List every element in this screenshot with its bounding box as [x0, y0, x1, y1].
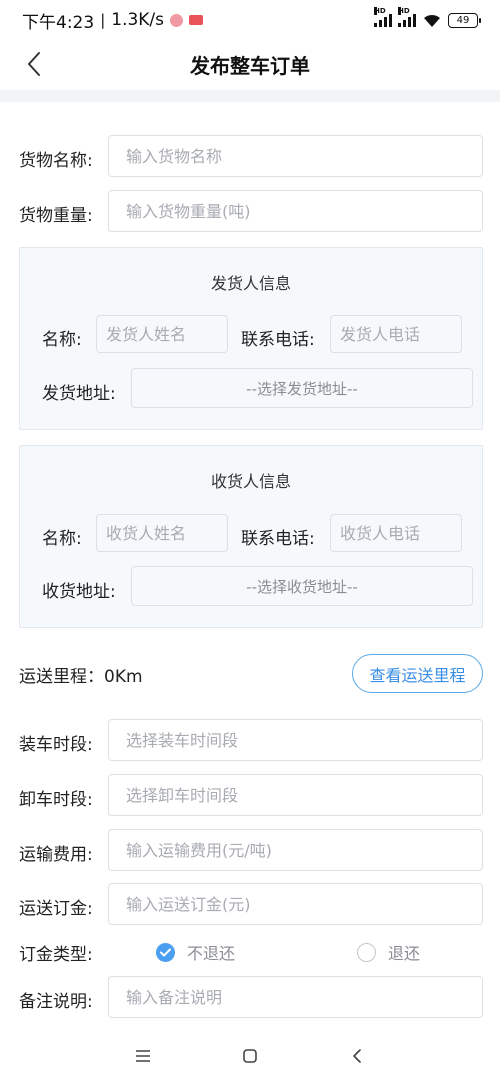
radio-refundable[interactable]: 退还: [357, 940, 420, 964]
status-speed: 1.3K/s: [111, 10, 165, 30]
deposit-label: 运送订金:: [19, 899, 93, 919]
app-badge-icon: [189, 15, 204, 25]
cargo-weight-input[interactable]: [108, 190, 483, 232]
status-time: 下午4:23: [22, 12, 95, 33]
receiver-info-panel: 收货人信息 名称: 联系电话: 收货地址: --选择收货地址--: [19, 445, 483, 628]
signal-icon: HD: [374, 7, 392, 27]
remark-input[interactable]: [108, 976, 483, 1018]
status-right: HD HD 49: [374, 7, 481, 28]
receiver-phone-label: 联系电话:: [241, 529, 315, 549]
shipper-panel-title: 发货人信息: [210, 274, 291, 293]
status-bar: 下午4:23 | 1.3K/s HD HD 49: [0, 0, 500, 40]
receiver-address-select[interactable]: --选择收货地址--: [131, 566, 473, 606]
back-nav-button[interactable]: [337, 1036, 377, 1076]
back-triangle-icon: [352, 1048, 361, 1063]
shipper-name-input[interactable]: [96, 315, 228, 353]
wifi-icon: [424, 14, 440, 27]
header-divider: [0, 90, 500, 102]
radio-refundable-label: 退还: [388, 944, 421, 963]
unloading-period-input[interactable]: [108, 774, 483, 816]
deposit-type-label: 订金类型:: [19, 945, 93, 965]
hd-label: HD: [374, 7, 386, 15]
distance-label: 运送里程：0Km: [19, 667, 143, 687]
view-distance-button[interactable]: 查看运送里程: [352, 654, 483, 693]
unloading-period-label: 卸车时段:: [19, 790, 93, 810]
shipper-address-select[interactable]: --选择发货地址--: [131, 368, 473, 408]
cargo-name-label: 货物名称:: [19, 151, 93, 171]
menu-icon: [136, 1049, 151, 1062]
home-button[interactable]: [230, 1036, 270, 1076]
receiver-name-input[interactable]: [96, 514, 228, 552]
shipper-address-label: 发货地址:: [42, 384, 116, 404]
shipper-phone-input[interactable]: [330, 315, 462, 353]
shipper-name-label: 名称:: [42, 330, 82, 350]
radio-non-refundable[interactable]: 不退还: [156, 940, 235, 964]
back-button[interactable]: [18, 48, 50, 80]
shipper-phone-label: 联系电话:: [241, 330, 315, 350]
radio-non-refundable-label: 不退还: [187, 944, 236, 963]
receiver-panel-title: 收货人信息: [210, 472, 291, 491]
app-header: 发布整车订单: [0, 40, 500, 88]
shipper-info-panel: 发货人信息 名称: 联系电话: 发货地址: --选择发货地址--: [19, 247, 483, 430]
notification-icon: [170, 13, 184, 27]
page-title: 发布整车订单: [190, 53, 310, 78]
status-left: 下午4:23 | 1.3K/s: [22, 8, 204, 33]
receiver-name-label: 名称:: [42, 529, 82, 549]
receiver-address-label: 收货地址:: [42, 582, 116, 602]
chevron-left-icon: [28, 52, 40, 76]
system-nav-bar: [0, 1028, 500, 1083]
radio-checked-icon: [156, 942, 175, 962]
home-icon: [243, 1048, 257, 1063]
loading-period-input[interactable]: [108, 719, 483, 761]
signal-icon: HD: [398, 7, 416, 27]
radio-unchecked-icon: [357, 942, 376, 962]
deposit-input[interactable]: [108, 883, 483, 925]
cargo-weight-label: 货物重量:: [19, 206, 93, 226]
cargo-name-input[interactable]: [108, 135, 483, 177]
transport-fee-input[interactable]: [108, 829, 483, 871]
transport-fee-label: 运输费用:: [19, 845, 93, 865]
hd-label: HD: [398, 7, 410, 15]
menu-button[interactable]: [123, 1036, 163, 1076]
loading-period-label: 装车时段:: [19, 735, 93, 755]
receiver-phone-input[interactable]: [330, 514, 462, 552]
battery-level: 49: [456, 14, 470, 26]
battery-icon: 49: [448, 12, 481, 28]
status-separator: |: [100, 11, 106, 29]
remark-label: 备注说明:: [19, 992, 93, 1012]
